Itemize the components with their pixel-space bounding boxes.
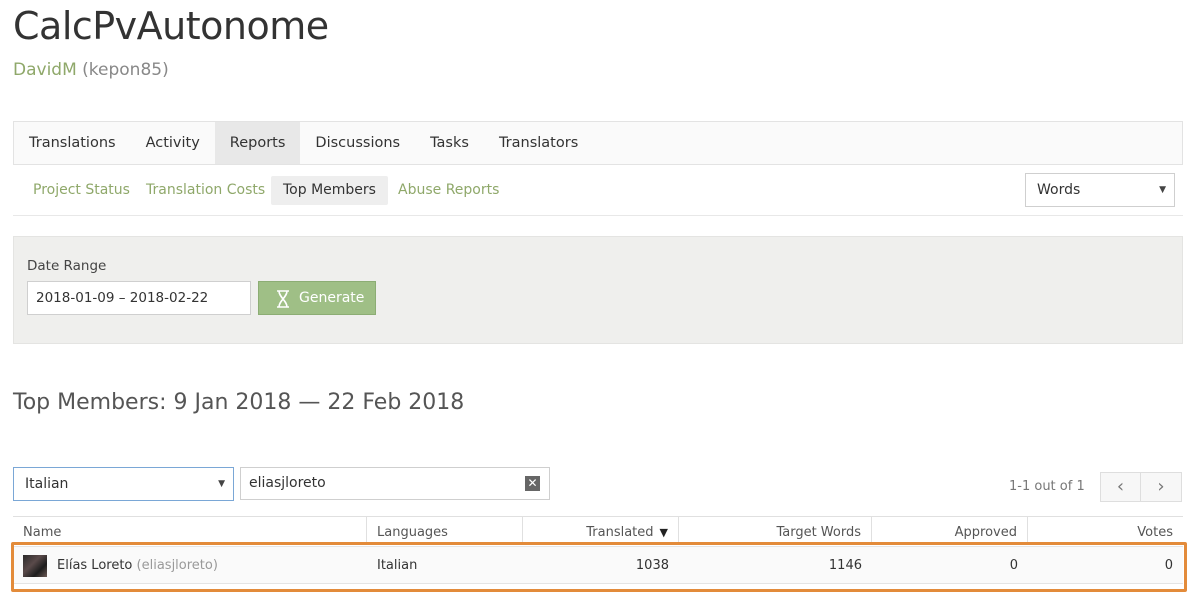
column-header-votes[interactable]: Votes — [1028, 517, 1183, 545]
member-votes: 0 — [1164, 558, 1173, 573]
language-select[interactable]: Italian ▼ — [13, 467, 234, 501]
project-title: CalcPvAutonome — [13, 4, 329, 48]
hourglass-icon — [277, 290, 289, 308]
owner-handle: (kepon85) — [82, 60, 169, 80]
filter-panel: Date Range 2018-01-09 – 2018-02-22 Gener… — [13, 236, 1183, 344]
close-icon[interactable]: ✕ — [525, 476, 540, 491]
language-select-value: Italian — [25, 476, 69, 492]
table-header: Name Languages Translated ▼ Target Words … — [13, 516, 1183, 545]
avatar — [23, 555, 47, 577]
column-header-name[interactable]: Name — [13, 517, 367, 545]
column-header-languages[interactable]: Languages — [367, 517, 523, 545]
chevron-down-icon: ▼ — [218, 479, 225, 489]
member-languages: Italian — [377, 558, 418, 573]
tab-translations[interactable]: Translations — [14, 122, 131, 164]
member-target-words: 1146 — [828, 558, 862, 573]
pagination: ‹ › — [1100, 472, 1183, 502]
chevron-down-icon: ▼ — [1159, 185, 1166, 195]
unit-select-value: Words — [1037, 182, 1081, 198]
subnav-translation-costs[interactable]: Translation Costs — [134, 176, 277, 205]
reports-subnav: Project Status Translation Costs Top Mem… — [13, 165, 1183, 216]
subnav-abuse-reports[interactable]: Abuse Reports — [386, 176, 511, 205]
sort-desc-icon: ▼ — [659, 526, 668, 539]
member-name-cell: Elías Loreto (eliasjloreto) — [47, 547, 367, 585]
column-header-translated-label: Translated — [586, 525, 654, 540]
date-range-label: Date Range — [27, 258, 107, 274]
column-header-target-words[interactable]: Target Words — [679, 517, 872, 545]
chevron-right-icon[interactable]: › — [1141, 472, 1182, 502]
tab-tasks[interactable]: Tasks — [415, 122, 484, 164]
column-header-approved[interactable]: Approved — [872, 517, 1028, 545]
generate-button-label: Generate — [299, 290, 365, 306]
chevron-left-icon[interactable]: ‹ — [1100, 472, 1141, 502]
column-header-translated[interactable]: Translated ▼ — [523, 517, 679, 545]
subnav-top-members[interactable]: Top Members — [271, 176, 388, 205]
tab-reports[interactable]: Reports — [214, 122, 301, 164]
unit-select[interactable]: Words ▼ — [1025, 173, 1175, 207]
member-approved: 0 — [1009, 558, 1018, 573]
report-heading: Top Members: 9 Jan 2018 — 22 Feb 2018 — [13, 390, 465, 415]
member-search-input[interactable]: eliasjloreto ✕ — [240, 467, 550, 500]
tab-discussions[interactable]: Discussions — [300, 122, 415, 164]
subnav-project-status[interactable]: Project Status — [21, 176, 142, 205]
member-name[interactable]: Elías Loreto — [57, 558, 132, 573]
project-owner: DavidM (kepon85) — [13, 60, 169, 80]
member-handle: (eliasjloreto) — [136, 558, 218, 573]
member-search-value: eliasjloreto — [249, 475, 326, 491]
tab-activity[interactable]: Activity — [131, 122, 215, 164]
tab-translators[interactable]: Translators — [484, 122, 593, 164]
owner-name-link[interactable]: DavidM — [13, 60, 77, 80]
project-tabbar: Translations Activity Reports Discussion… — [13, 121, 1183, 165]
pagination-text: 1-1 out of 1 — [1009, 479, 1085, 494]
generate-button[interactable]: Generate — [258, 281, 376, 315]
member-translated: 1038 — [635, 558, 669, 573]
date-range-input[interactable]: 2018-01-09 – 2018-02-22 — [27, 281, 251, 315]
table-row[interactable]: Elías Loreto (eliasjloreto) Italian 1038… — [13, 546, 1183, 584]
